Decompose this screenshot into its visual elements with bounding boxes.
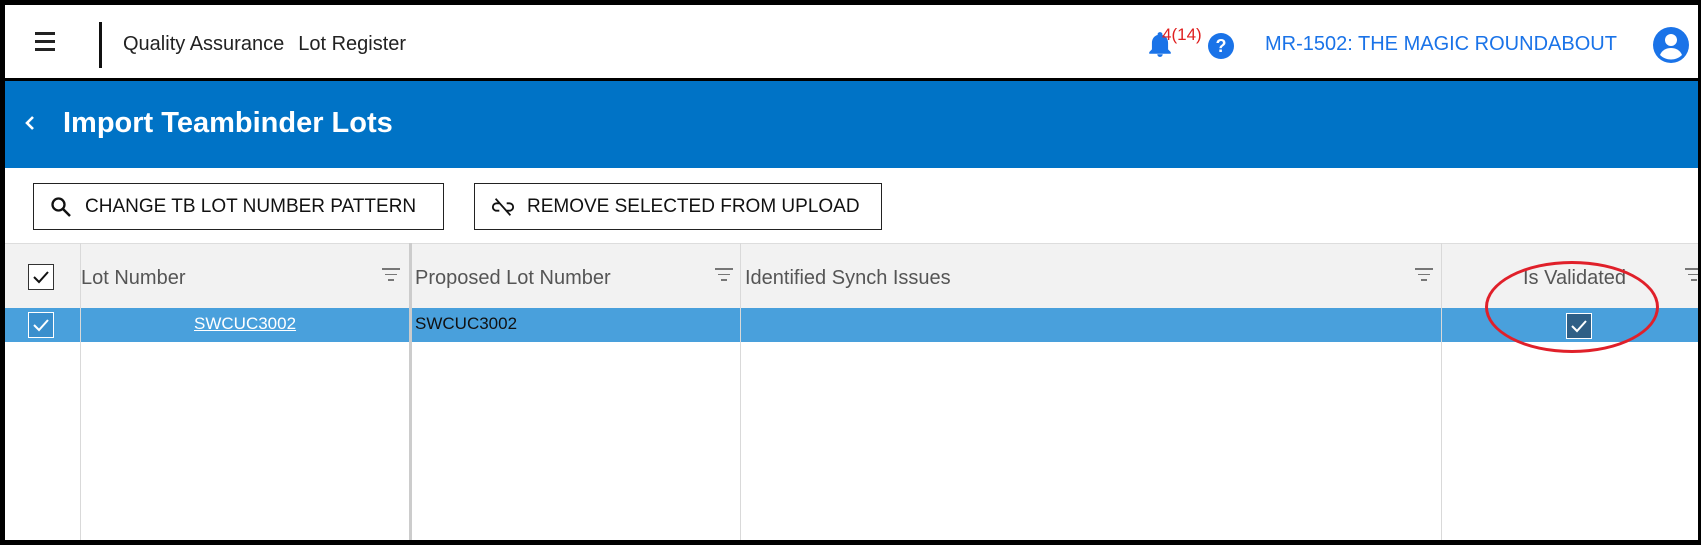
remove-selected-button[interactable]: REMOVE SELECTED FROM UPLOAD bbox=[474, 183, 882, 230]
menu-icon[interactable] bbox=[35, 32, 61, 52]
notification-count: 4(14) bbox=[1162, 25, 1202, 44]
divider bbox=[99, 22, 102, 68]
column-header-lot-number[interactable]: Lot Number bbox=[81, 267, 186, 290]
section-title[interactable]: Lot Register bbox=[298, 33, 406, 55]
column-divider bbox=[1441, 243, 1442, 540]
page-title: Import Teambinder Lots bbox=[63, 107, 393, 139]
row-select-checkbox[interactable] bbox=[28, 312, 54, 338]
module-title[interactable]: Quality Assurance bbox=[123, 33, 284, 55]
select-all-checkbox[interactable] bbox=[28, 264, 54, 290]
filter-icon[interactable] bbox=[715, 268, 733, 282]
column-header-proposed-lot-number[interactable]: Proposed Lot Number bbox=[415, 267, 611, 290]
is-validated-checkbox[interactable] bbox=[1566, 313, 1592, 339]
change-lot-pattern-label: CHANGE TB LOT NUMBER PATTERN bbox=[85, 195, 417, 217]
lots-grid: Lot Number Proposed Lot Number Identifie… bbox=[5, 243, 1698, 540]
project-selector[interactable]: MR-1502: THE MAGIC ROUNDABOUT bbox=[1265, 33, 1617, 56]
back-chevron-icon[interactable] bbox=[23, 111, 43, 135]
table-row[interactable]: SWCUC3002 SWCUC3002 bbox=[5, 308, 1698, 342]
column-divider[interactable] bbox=[409, 243, 412, 540]
breadcrumb: Quality Assurance Lot Register bbox=[123, 33, 406, 56]
account-icon[interactable] bbox=[1653, 27, 1689, 63]
filter-icon[interactable] bbox=[1415, 268, 1433, 282]
search-icon bbox=[49, 195, 73, 219]
column-divider bbox=[740, 243, 741, 540]
filter-icon[interactable] bbox=[1685, 268, 1698, 282]
help-icon[interactable]: ? bbox=[1208, 33, 1234, 59]
column-divider bbox=[80, 243, 81, 540]
proposed-lot-number-cell: SWCUC3002 bbox=[415, 314, 518, 333]
app-window: Quality Assurance Lot Register 4(14) ? MR… bbox=[0, 0, 1701, 545]
remove-selected-label: REMOVE SELECTED FROM UPLOAD bbox=[527, 195, 860, 217]
lot-number-link[interactable]: SWCUC3002 bbox=[194, 314, 296, 334]
top-bar: Quality Assurance Lot Register 4(14) ? MR… bbox=[5, 5, 1698, 81]
column-header-is-validated[interactable]: Is Validated bbox=[1523, 267, 1626, 290]
page-header: Import Teambinder Lots bbox=[5, 81, 1698, 168]
unlink-icon bbox=[491, 195, 515, 219]
grid-header: Lot Number Proposed Lot Number Identifie… bbox=[5, 243, 1698, 308]
filter-icon[interactable] bbox=[382, 268, 400, 282]
column-header-synch-issues[interactable]: Identified Synch Issues bbox=[745, 267, 951, 290]
change-lot-pattern-button[interactable]: CHANGE TB LOT NUMBER PATTERN bbox=[33, 183, 444, 230]
